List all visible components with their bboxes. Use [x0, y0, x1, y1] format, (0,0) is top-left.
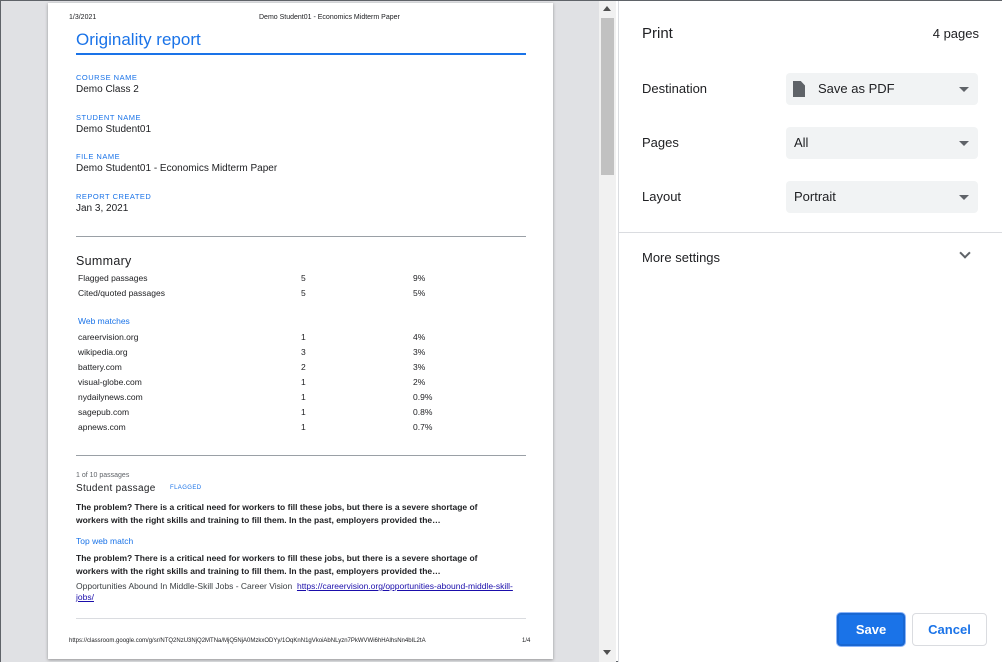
page-count: 4 pages — [932, 26, 979, 41]
file-name-label: FILE NAME — [76, 152, 121, 161]
web-match-row: battery.com 2 3% — [78, 362, 498, 376]
web-passage-line: The problem? There is a critical need fo… — [76, 553, 478, 563]
source-citation: Opportunities Abound In Middle-Skill Job… — [76, 581, 516, 603]
student-name-label: STUDENT NAME — [76, 113, 142, 122]
file-name-value: Demo Student01 - Economics Midterm Paper — [76, 163, 278, 174]
summary-row-name: Cited/quoted passages — [78, 288, 165, 298]
web-match-count: 1 — [301, 407, 306, 417]
web-match-percent: 3% — [413, 347, 426, 357]
passages-count: 1 of 10 passages — [76, 472, 130, 479]
section-divider — [76, 236, 526, 237]
scroll-up-arrow-icon[interactable] — [603, 6, 611, 11]
web-match-name: nydailynews.com — [78, 392, 143, 402]
student-passage-line: workers with the right skills and traini… — [76, 515, 441, 525]
top-web-match-heading: Top web match — [76, 536, 134, 546]
web-match-row: apnews.com 1 0.7% — [78, 422, 498, 436]
destination-value: Save as PDF — [818, 81, 895, 96]
print-title: Print — [642, 25, 673, 42]
pages-select[interactable]: All — [786, 127, 978, 159]
web-match-row: wikipedia.org 3 3% — [78, 347, 498, 361]
destination-label: Destination — [642, 81, 708, 96]
web-match-percent: 0.8% — [413, 407, 433, 417]
page-number: 1/4 — [522, 638, 531, 644]
layout-value: Portrait — [794, 189, 836, 204]
report-created-value: Jan 3, 2021 — [76, 203, 129, 214]
destination-select[interactable]: Save as PDF — [786, 73, 978, 105]
summary-row: Cited/quoted passages 5 5% — [78, 288, 498, 302]
layout-select[interactable]: Portrait — [786, 181, 978, 213]
report-title: Originality report — [76, 30, 201, 49]
file-icon — [793, 81, 805, 97]
dropdown-arrow-icon — [959, 195, 969, 200]
web-match-name: wikipedia.org — [78, 347, 128, 357]
section-divider — [76, 455, 526, 456]
pages-label: Pages — [642, 135, 679, 150]
web-match-name: careervision.org — [78, 332, 139, 342]
web-passage-text: The problem? There is a critical need fo… — [76, 552, 521, 578]
cancel-button[interactable]: Cancel — [912, 613, 987, 646]
web-match-percent: 4% — [413, 332, 426, 342]
web-match-percent: 2% — [413, 377, 426, 387]
source-title: Opportunities Abound In Middle-Skill Job… — [76, 581, 293, 591]
web-match-count: 1 — [301, 422, 306, 432]
summary-row: Flagged passages 5 9% — [78, 273, 498, 287]
panel-divider — [619, 232, 1002, 233]
print-preview-area: 1/3/2021 Demo Student01 - Economics Midt… — [1, 1, 599, 662]
web-match-name: visual-globe.com — [78, 377, 142, 387]
summary-row-percent: 5% — [413, 288, 426, 298]
page-header-title: Demo Student01 - Economics Midterm Paper — [259, 14, 400, 21]
web-match-count: 2 — [301, 362, 306, 372]
page-footer-url: https://classroom.google.com/g/sr/NTQ2Nz… — [69, 638, 426, 644]
summary-row-name: Flagged passages — [78, 273, 148, 283]
flagged-badge: FLAGGED — [170, 485, 202, 491]
summary-heading: Summary — [76, 254, 132, 268]
web-match-name: sagepub.com — [78, 407, 130, 417]
summary-row-count: 5 — [301, 288, 306, 298]
web-match-name: battery.com — [78, 362, 122, 372]
page-header-date: 1/3/2021 — [69, 14, 97, 21]
web-match-count: 1 — [301, 377, 306, 387]
summary-row-percent: 9% — [413, 273, 426, 283]
web-match-row: nydailynews.com 1 0.9% — [78, 392, 498, 406]
web-match-percent: 3% — [413, 362, 426, 372]
summary-row-count: 5 — [301, 273, 306, 283]
web-match-row: careervision.org 1 4% — [78, 332, 498, 346]
dropdown-arrow-icon — [959, 87, 969, 92]
student-passage-line: The problem? There is a critical need fo… — [76, 502, 478, 512]
web-match-count: 1 — [301, 332, 306, 342]
web-passage-line: workers with the right skills and traini… — [76, 566, 441, 576]
course-name-label: COURSE NAME — [76, 73, 138, 82]
course-name-value: Demo Class 2 — [76, 84, 139, 95]
student-name-value: Demo Student01 — [76, 124, 152, 135]
web-match-row: visual-globe.com 1 2% — [78, 377, 498, 391]
preview-scrollbar[interactable] — [599, 1, 616, 662]
print-settings-panel: Print 4 pages Destination Save as PDF Pa… — [618, 1, 1002, 662]
report-created-label: REPORT CREATED — [76, 192, 152, 201]
section-divider — [76, 618, 526, 619]
chevron-down-icon[interactable] — [959, 247, 971, 259]
web-match-percent: 0.9% — [413, 392, 433, 402]
student-passage-heading: Student passage — [76, 483, 156, 494]
web-match-count: 3 — [301, 347, 306, 357]
web-match-percent: 0.7% — [413, 422, 433, 432]
more-settings-toggle[interactable]: More settings — [642, 250, 720, 265]
web-match-name: apnews.com — [78, 422, 126, 432]
web-match-count: 1 — [301, 392, 306, 402]
scroll-thumb[interactable] — [601, 18, 614, 175]
student-passage-text: The problem? There is a critical need fo… — [76, 501, 521, 527]
pages-value: All — [794, 135, 809, 150]
save-button[interactable]: Save — [837, 613, 905, 646]
preview-page: 1/3/2021 Demo Student01 - Economics Midt… — [48, 3, 553, 659]
web-match-row: sagepub.com 1 0.8% — [78, 407, 498, 421]
title-divider — [76, 53, 526, 55]
dropdown-arrow-icon — [959, 141, 969, 146]
web-matches-heading: Web matches — [78, 316, 130, 326]
scroll-down-arrow-icon[interactable] — [603, 650, 611, 655]
layout-label: Layout — [642, 189, 682, 204]
